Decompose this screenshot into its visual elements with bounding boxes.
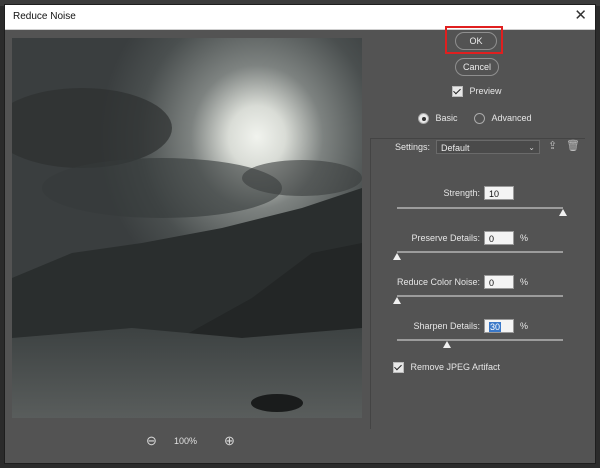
- preview-checkbox[interactable]: [452, 86, 463, 98]
- preserve-details-unit: %: [520, 233, 529, 243]
- settings-value: Default: [441, 143, 470, 153]
- mode-basic[interactable]: Basic: [418, 113, 458, 125]
- sharpen-details-field[interactable]: 30: [484, 319, 514, 333]
- settings-label: Settings:: [394, 142, 430, 152]
- preserve-details-label: Preserve Details:: [411, 233, 480, 243]
- reduce-color-noise-thumb[interactable]: [393, 297, 401, 304]
- advanced-radio[interactable]: [474, 113, 485, 125]
- preserve-details-track[interactable]: [397, 251, 563, 253]
- sharpen-details-label: Sharpen Details:: [413, 321, 480, 331]
- chevron-down-icon: ⌄: [528, 143, 535, 152]
- preview-label: Preview: [469, 86, 502, 96]
- settings-dropdown[interactable]: Default ⌄: [436, 140, 540, 154]
- preserve-details-field[interactable]: 0: [484, 231, 514, 245]
- zoom-out-icon[interactable]: ⊖: [146, 434, 157, 448]
- save-preset-icon[interactable]: ⇪: [548, 140, 557, 152]
- preview-image: [12, 38, 362, 418]
- sharpen-details-thumb[interactable]: [442, 341, 451, 348]
- ok-button[interactable]: OK: [455, 32, 497, 50]
- remove-jpeg-artifact-label: Remove JPEG Artifact: [410, 362, 501, 372]
- reduce-color-noise-label: Reduce Color Noise:: [396, 277, 480, 287]
- remove-jpeg-artifact-toggle[interactable]: Remove JPEG Artifact: [393, 362, 501, 374]
- sharpen-details-track[interactable]: [397, 339, 563, 341]
- advanced-label: Advanced: [491, 113, 532, 123]
- preserve-details-thumb[interactable]: [393, 253, 401, 260]
- basic-label: Basic: [435, 113, 458, 123]
- strength-track[interactable]: [397, 207, 563, 209]
- basic-radio[interactable]: [418, 113, 429, 125]
- title-bar: Reduce Noise ✕: [5, 5, 595, 30]
- zoom-in-icon[interactable]: ⊕: [224, 434, 235, 448]
- cancel-button[interactable]: Cancel: [455, 58, 499, 76]
- trash-icon[interactable]: 🗑: [566, 140, 580, 152]
- reduce-color-noise-field[interactable]: 0: [484, 275, 514, 289]
- zoom-controls: ⊖ 100% ⊕: [140, 434, 250, 450]
- strength-label: Strength:: [443, 188, 480, 198]
- reduce-color-noise-unit: %: [520, 277, 529, 287]
- zoom-level: 100%: [174, 436, 198, 446]
- sharpen-details-unit: %: [520, 321, 529, 331]
- sharpen-details-value: 30: [489, 322, 502, 332]
- mode-advanced[interactable]: Advanced: [474, 113, 532, 125]
- image-preview[interactable]: [12, 38, 362, 418]
- preview-toggle[interactable]: Preview: [452, 86, 502, 98]
- dialog-title: Reduce Noise: [13, 11, 76, 22]
- reduce-color-noise-track[interactable]: [397, 295, 563, 297]
- close-icon[interactable]: ✕: [574, 7, 587, 25]
- remove-jpeg-artifact-checkbox[interactable]: [393, 362, 404, 374]
- strength-thumb[interactable]: [559, 209, 567, 216]
- strength-field[interactable]: 10: [484, 186, 514, 200]
